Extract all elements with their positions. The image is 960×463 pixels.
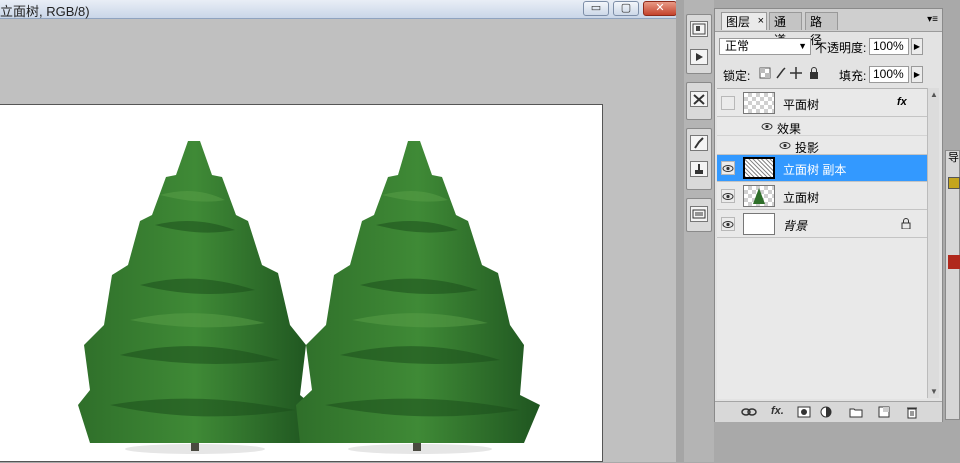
eye-icon[interactable] (761, 122, 773, 131)
lock-image-icon[interactable] (776, 67, 786, 79)
trash-icon[interactable] (905, 405, 919, 419)
tab-channels[interactable]: 通道 (769, 12, 802, 47)
panel-menu-icon[interactable]: ▾≡ (927, 14, 938, 25)
dock-group-1 (686, 14, 712, 74)
brush-icon (694, 137, 704, 149)
tab-layers[interactable]: 图层 × (721, 12, 767, 30)
right-panel-tab[interactable]: 导 (948, 149, 959, 165)
close-icon: ✕ (655, 2, 665, 14)
tree-right (296, 141, 540, 454)
layer-thumbnail (743, 185, 775, 207)
tool-presets-button[interactable] (690, 91, 708, 107)
opacity-slider-arrow-icon[interactable]: ▶ (911, 38, 923, 55)
blend-mode-value: 正常 (725, 39, 750, 53)
fx-icon[interactable]: fx (897, 96, 907, 108)
navigator-button[interactable] (690, 21, 708, 37)
eye-icon[interactable] (779, 141, 791, 150)
tab-layers-label: 图层 (726, 15, 751, 29)
new-layer-icon[interactable] (877, 405, 891, 419)
dock-group-2 (686, 82, 712, 120)
visibility-toggle-hidden[interactable] (721, 96, 735, 110)
fill-label: 填充: (839, 69, 867, 83)
document-titlebar[interactable]: 立面树, RGB/8) ▭ ▢ ✕ (0, 0, 677, 19)
tree-left (78, 141, 312, 454)
group-icon[interactable] (849, 405, 863, 419)
brushes-button[interactable] (690, 135, 708, 151)
layer-thumbnail (743, 92, 775, 114)
color-swatch[interactable] (948, 255, 960, 269)
layer-row[interactable]: 背景 (717, 210, 927, 238)
layer-name: 背景 (783, 219, 808, 233)
chevron-down-icon: ▼ (798, 41, 807, 51)
layer-row-selected[interactable]: 立面树 副本 (717, 155, 927, 182)
canvas-image (78, 141, 540, 454)
play-icon (696, 53, 703, 61)
panel-dock (684, 0, 714, 462)
eye-icon (722, 165, 734, 172)
layer-list: 平面树 fx 效果 投影 立面树 副本 立面树 背景 (717, 88, 927, 399)
effect-row[interactable]: 投影 (717, 136, 927, 155)
visibility-toggle[interactable] (721, 217, 735, 231)
maximize-icon: ▢ (620, 2, 632, 14)
layer-name: 立面树 (783, 191, 820, 205)
document-window: 立面树, RGB/8) ▭ ▢ ✕ (0, 0, 677, 462)
fill-input[interactable]: 100% (869, 66, 909, 83)
close-button[interactable]: ✕ (643, 1, 677, 16)
layer-row[interactable]: 立面树 (717, 182, 927, 210)
opacity-input[interactable]: 100% (869, 38, 909, 55)
layer-comps-button[interactable] (690, 206, 708, 222)
layer-comps-icon (692, 209, 706, 219)
tab-paths[interactable]: 路径 (805, 12, 838, 47)
drop-shadow-label: 投影 (795, 141, 820, 155)
document-title: 立面树, RGB/8) (0, 4, 90, 19)
document-scrollbar[interactable] (676, 0, 684, 462)
fx-icon[interactable]: fx. (771, 405, 784, 419)
layer-name: 平面树 (783, 98, 820, 112)
mask-icon[interactable] (797, 405, 811, 419)
swatches-panel-partial: 导 (945, 150, 960, 420)
layers-toolbar: fx. (715, 401, 942, 422)
scroll-up-icon[interactable]: ▲ (930, 90, 938, 99)
tree-thumbnail-icon (753, 188, 765, 204)
lock-label: 锁定: (723, 69, 751, 83)
visibility-toggle[interactable] (721, 189, 735, 203)
clone-source-button[interactable] (690, 161, 708, 177)
fill-slider-arrow-icon[interactable]: ▶ (911, 66, 923, 83)
link-icon[interactable] (741, 405, 757, 419)
opacity-label: 不透明度: (815, 41, 867, 55)
stamp-icon (695, 164, 703, 174)
lock-position-icon[interactable] (790, 67, 802, 79)
dock-group-4 (686, 198, 712, 232)
layers-panel-tabbar: 图层 × 通道 路径 ▾≡ (715, 9, 942, 47)
lock-icon (901, 218, 911, 229)
actions-button[interactable] (690, 49, 708, 65)
layer-list-scrollbar[interactable]: ▲ ▼ (927, 88, 939, 398)
scroll-down-icon[interactable]: ▼ (930, 387, 938, 396)
navigator-icon (692, 23, 706, 35)
document-canvas[interactable] (0, 104, 603, 462)
adjustment-icon[interactable] (819, 405, 833, 419)
tab-close-icon[interactable]: × (758, 12, 764, 30)
color-swatch[interactable] (948, 177, 960, 189)
layer-thumbnail (743, 157, 775, 179)
maximize-button[interactable]: ▢ (613, 1, 639, 16)
eye-icon (722, 221, 734, 228)
layer-thumbnail (743, 213, 775, 235)
minimize-icon: ▭ (590, 2, 602, 14)
dock-group-3 (686, 128, 712, 190)
layers-panel: 图层 × 通道 路径 ▾≡ 正常 ▼ 不透明度: 100% ▶ 锁定: 填充: … (714, 8, 943, 422)
lock-options (759, 66, 835, 83)
effects-label: 效果 (777, 122, 802, 136)
lock-transparent-icon[interactable] (759, 67, 771, 79)
tools-icon (693, 94, 705, 105)
visibility-toggle[interactable] (721, 161, 735, 175)
layer-name: 立面树 副本 (783, 163, 847, 177)
blend-mode-select[interactable]: 正常 ▼ (719, 38, 811, 55)
effects-row[interactable]: 效果 (717, 117, 927, 136)
minimize-button[interactable]: ▭ (583, 1, 609, 16)
lock-all-icon[interactable] (810, 67, 818, 80)
eye-icon (722, 193, 734, 200)
layer-row[interactable]: 平面树 fx (717, 89, 927, 117)
